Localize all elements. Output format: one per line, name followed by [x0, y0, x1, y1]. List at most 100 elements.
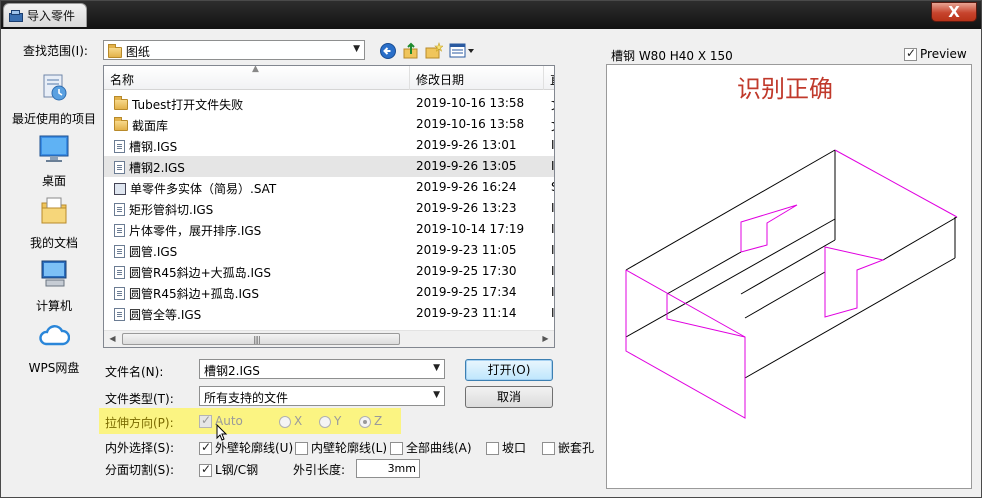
- file-date: 2019-9-26 13:23: [416, 201, 517, 215]
- file-name: 圆管.IGS: [114, 243, 177, 260]
- file-type-abbrev: S: [551, 180, 554, 194]
- filetype-combo[interactable]: 所有支持的文件 ▼: [199, 386, 445, 406]
- close-button[interactable]: X: [931, 2, 977, 22]
- radio-icon: [319, 415, 331, 428]
- app-icon: [9, 9, 23, 22]
- stretch-x-radio[interactable]: X: [279, 414, 302, 428]
- all-curves-checkbox[interactable]: 全部曲线(A): [390, 439, 472, 456]
- inout-label: 内外选择(S):: [105, 441, 175, 455]
- place-documents[interactable]: 我的文档: [7, 195, 101, 251]
- place-wps-cloud[interactable]: WPS网盘: [7, 320, 101, 376]
- file-icon: [114, 308, 125, 321]
- checkbox-icon: [199, 413, 212, 428]
- part-edges: [625, 149, 958, 379]
- file-row[interactable]: 圆管R45斜边+大孤岛.IGS 2019-9-25 17:30 I: [104, 261, 554, 282]
- place-desktop[interactable]: 桌面: [7, 133, 101, 189]
- file-name-text: 圆管R45斜边+孤岛.IGS: [129, 287, 259, 301]
- new-folder-icon[interactable]: [425, 42, 443, 60]
- groove-checkbox[interactable]: 坡口: [486, 439, 526, 456]
- filename-combo[interactable]: 槽钢2.IGS ▼: [199, 359, 445, 379]
- file-list[interactable]: 名称 ▲ 修改日期 直 Tubest打开文件失败 2019-10-16 13:58…: [103, 65, 555, 348]
- view-menu-icon[interactable]: [449, 42, 477, 60]
- file-name-text: 圆管全等.IGS: [129, 308, 202, 322]
- place-label: WPS网盘: [28, 361, 80, 375]
- outer-contour-checkbox[interactable]: 外壁轮廓线(U): [199, 439, 293, 456]
- checkbox-icon: [904, 46, 917, 61]
- sort-ascending-icon: ▲: [252, 65, 259, 74]
- documents-icon: [41, 197, 67, 224]
- horizontal-scrollbar[interactable]: ◀ |||| ▶: [104, 330, 554, 347]
- extlen-input[interactable]: 3mm: [356, 459, 420, 478]
- column-date[interactable]: 修改日期: [410, 66, 544, 90]
- file-type-abbrev: I: [551, 306, 555, 320]
- stretch-z-radio[interactable]: Z: [359, 414, 382, 428]
- cancel-button[interactable]: 取消: [465, 386, 553, 408]
- part-preview-drawing: 识别正确: [625, 75, 958, 419]
- file-date: 2019-10-16 13:58: [416, 96, 525, 110]
- inner-contour-label: 内壁轮廓线(L): [311, 441, 388, 455]
- place-recent[interactable]: 最近使用的项目: [7, 71, 101, 127]
- file-row[interactable]: 圆管.IGS 2019-9-23 11:05 I: [104, 240, 554, 261]
- column-type-label: 直: [550, 73, 554, 87]
- part-profile: [625, 149, 958, 419]
- file-name: 矩形管斜切.IGS: [114, 201, 213, 218]
- file-name-text: 片体零件，展开排序.IGS: [129, 224, 262, 238]
- folder-icon: [108, 44, 122, 58]
- extlen-value: 3mm: [387, 462, 416, 475]
- place-computer[interactable]: 计算机: [7, 258, 101, 314]
- file-row[interactable]: 槽钢2.IGS 2019-9-26 13:05 I: [104, 156, 555, 177]
- preview-checkbox[interactable]: Preview: [904, 46, 967, 61]
- preview-pane: 识别正确: [606, 64, 972, 489]
- file-row[interactable]: 截面库 2019-10-16 13:58 文: [104, 114, 554, 135]
- radio-icon: [359, 415, 371, 428]
- checkbox-icon: [295, 442, 308, 455]
- preview-annotation: 识别正确: [737, 75, 833, 103]
- filename-value: 槽钢2.IGS: [204, 364, 260, 378]
- file-type-abbrev: I: [551, 201, 555, 215]
- up-folder-icon[interactable]: [402, 42, 420, 60]
- file-row[interactable]: 圆管全等.IGS 2019-9-23 11:14 I: [104, 303, 555, 324]
- desktop-icon: [39, 135, 69, 162]
- lookin-combo[interactable]: 图纸 ▼: [103, 40, 365, 60]
- column-name[interactable]: 名称 ▲: [104, 66, 410, 90]
- scroll-left-icon[interactable]: ◀: [104, 331, 121, 347]
- column-date-label: 修改日期: [416, 73, 465, 87]
- file-name-text: 槽钢.IGS: [129, 140, 178, 154]
- file-row[interactable]: 片体零件，展开排序.IGS 2019-10-14 17:19 I: [104, 219, 554, 240]
- edge-line: [625, 218, 836, 338]
- scroll-right-icon[interactable]: ▶: [537, 331, 554, 347]
- title-tab: 导入零件: [3, 3, 87, 27]
- lookin-value-wrap: 图纸: [108, 43, 150, 60]
- file-icon: [114, 224, 125, 237]
- close-icon: X: [948, 3, 960, 21]
- lookin-value: 图纸: [125, 45, 150, 59]
- profile-line: [834, 149, 958, 218]
- file-date: 2019-10-16 13:58: [416, 117, 525, 131]
- edge-line: [625, 149, 836, 271]
- radio-icon: [279, 415, 291, 428]
- file-row[interactable]: Tubest打开文件失败 2019-10-16 13:58 文: [104, 93, 554, 114]
- file-row[interactable]: 槽钢.IGS 2019-9-26 13:01 I: [104, 135, 554, 156]
- file-icon: [114, 203, 125, 216]
- edge-line: [666, 251, 742, 295]
- file-type-abbrev: I: [551, 159, 555, 173]
- nest-hole-checkbox[interactable]: 嵌套孔: [542, 439, 594, 456]
- file-row[interactable]: 圆管R45斜边+孤岛.IGS 2019-9-25 17:34 I: [104, 282, 554, 303]
- open-button[interactable]: 打开(O): [465, 359, 553, 381]
- column-type[interactable]: 直: [544, 66, 554, 90]
- file-row[interactable]: 单零件多实体（简易）.SAT 2019-9-26 16:24 S: [104, 177, 554, 198]
- file-name-text: 圆管R45斜边+大孤岛.IGS: [129, 266, 271, 280]
- scrollbar-thumb[interactable]: ||||: [122, 333, 400, 345]
- back-icon[interactable]: [379, 42, 397, 60]
- inner-contour-checkbox[interactable]: 内壁轮廓线(L): [295, 439, 387, 456]
- file-icon: [114, 245, 125, 258]
- checkbox-icon: [542, 442, 555, 455]
- file-name-text: Tubest打开文件失败: [132, 98, 244, 112]
- lc-steel-checkbox[interactable]: L钢/C钢: [199, 461, 258, 478]
- filetype-value: 所有支持的文件: [204, 391, 289, 405]
- part-size-label: 槽钢 W80 H40 X 150: [611, 49, 733, 63]
- file-row[interactable]: 矩形管斜切.IGS 2019-9-26 13:23 I: [104, 198, 555, 219]
- window-title: 导入零件: [27, 9, 76, 23]
- file-icon: [114, 266, 125, 279]
- stretch-y-radio[interactable]: Y: [319, 414, 341, 428]
